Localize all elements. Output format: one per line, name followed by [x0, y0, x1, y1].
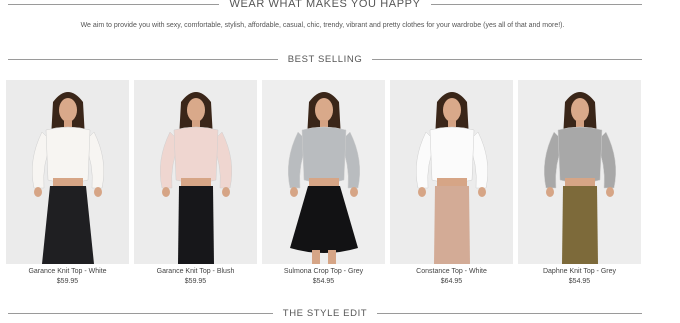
product-card[interactable]: Garance Knit Top - Blush $59.95 [134, 80, 257, 285]
product-grid: Garance Knit Top - White $59.95 Garance Kn… [6, 80, 641, 285]
product-price: $54.95 [568, 278, 591, 285]
product-name[interactable]: Constance Top - White [416, 268, 487, 275]
tagline: We aim to provide you with sexy, comfort… [80, 22, 565, 29]
product-price: $59.95 [56, 278, 79, 285]
product-card[interactable]: Daphne Knit Top - Grey $54.95 [518, 80, 641, 285]
heading-rule-left [8, 58, 278, 60]
style-edit-heading: THE STYLE EDIT [0, 306, 680, 320]
product-card[interactable]: Sulmona Crop Top - Grey $54.95 [262, 80, 385, 285]
heading-rule-right [372, 58, 643, 60]
best-selling-heading: BEST SELLING [0, 52, 680, 66]
product-card[interactable]: Garance Knit Top - White $59.95 [6, 80, 129, 285]
product-name[interactable]: Sulmona Crop Top - Grey [284, 268, 363, 275]
product-image[interactable] [518, 80, 641, 264]
product-image[interactable] [134, 80, 257, 264]
page-title: WEAR WHAT MAKES YOU HAPPY [229, 0, 421, 10]
product-name[interactable]: Garance Knit Top - Blush [157, 268, 235, 275]
product-card[interactable]: Constance Top - White $64.95 [390, 80, 513, 285]
product-price: $59.95 [184, 278, 207, 285]
main-heading: WEAR WHAT MAKES YOU HAPPY [0, 0, 680, 12]
heading-rule-left [8, 3, 220, 5]
product-image[interactable] [6, 80, 129, 264]
product-name[interactable]: Daphne Knit Top - Grey [543, 268, 616, 275]
section-title-best-selling: BEST SELLING [287, 53, 363, 65]
section-title-style-edit: THE STYLE EDIT [282, 307, 368, 319]
heading-rule-right [430, 3, 643, 5]
product-price: $54.95 [312, 278, 335, 285]
product-image[interactable] [390, 80, 513, 264]
product-name[interactable]: Garance Knit Top - White [28, 268, 106, 275]
heading-rule-left [8, 312, 273, 314]
heading-rule-right [377, 312, 643, 314]
product-price: $64.95 [440, 278, 463, 285]
product-image[interactable] [262, 80, 385, 264]
